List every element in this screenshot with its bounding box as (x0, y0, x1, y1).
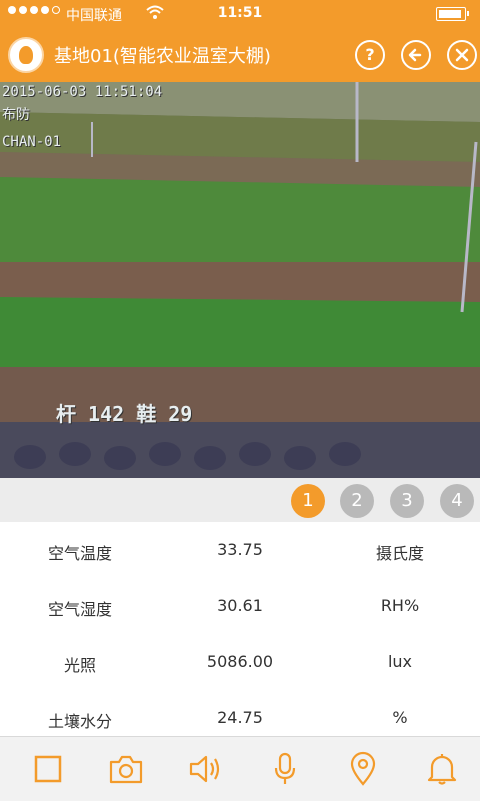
help-button[interactable]: ? (355, 40, 385, 70)
speaker-icon[interactable] (187, 751, 223, 787)
video-channel-label: CHAN-01 (2, 134, 62, 150)
clock: 11:51 (217, 5, 263, 21)
sensor-row-air-humidity: 空气湿度 30.61 RH% (0, 578, 480, 634)
page-button-4[interactable]: 4 (440, 484, 474, 518)
stop-icon[interactable] (30, 751, 66, 787)
page-title: 基地01(智能农业温室大棚) (54, 46, 271, 67)
sensor-list: 空气温度 33.75 摄氏度 空气湿度 30.61 RH% 光照 5086.00… (0, 522, 480, 736)
battery-icon (436, 7, 469, 21)
bell-icon[interactable] (424, 751, 460, 787)
sensor-name: 空气湿度 (47, 600, 112, 619)
arrow-left-icon (408, 48, 422, 62)
sensor-value: 5086.00 (206, 652, 274, 671)
sensor-unit: lux (387, 652, 413, 671)
sensor-unit: 摄氏度 (375, 544, 424, 563)
video-counts-label: 杆 142 鞋 29 (56, 402, 193, 426)
sensor-row-light: 光照 5086.00 lux (0, 634, 480, 690)
camera-video-feed[interactable]: 2015-06-03 11:51:04 布防 CHAN-01 杆 142 鞋 2… (0, 82, 480, 478)
page-selector: 1 2 3 4 (0, 478, 480, 522)
sensor-name: 空气温度 (47, 544, 112, 563)
sensor-value: 30.61 (217, 596, 263, 615)
sensor-name: 光照 (63, 656, 96, 675)
sensor-value: 33.75 (217, 540, 263, 559)
page-button-3[interactable]: 3 (390, 484, 424, 518)
sensor-row-air-temperature: 空气温度 33.75 摄氏度 (0, 522, 480, 578)
microphone-icon[interactable] (267, 751, 303, 787)
location-icon[interactable] (345, 751, 381, 787)
page-button-1[interactable]: 1 (291, 484, 325, 518)
sensor-unit: RH% (380, 596, 420, 615)
camera-icon[interactable] (108, 751, 144, 787)
sensor-unit: % (392, 708, 408, 727)
app-logo (8, 37, 44, 73)
video-location-label: 布防 (2, 107, 30, 123)
control-toolbar (0, 736, 480, 801)
video-timestamp: 2015-06-03 11:51:04 (2, 84, 163, 100)
back-button[interactable] (401, 40, 431, 70)
close-button[interactable] (447, 40, 477, 70)
page-button-2[interactable]: 2 (340, 484, 374, 518)
sensor-value: 24.75 (217, 708, 263, 727)
title-bar: 基地01(智能农业温室大棚) ? (0, 28, 480, 82)
close-icon (455, 48, 469, 62)
status-bar: 中国联通 11:51 (0, 0, 480, 28)
sensor-name: 土壤水分 (47, 712, 112, 731)
